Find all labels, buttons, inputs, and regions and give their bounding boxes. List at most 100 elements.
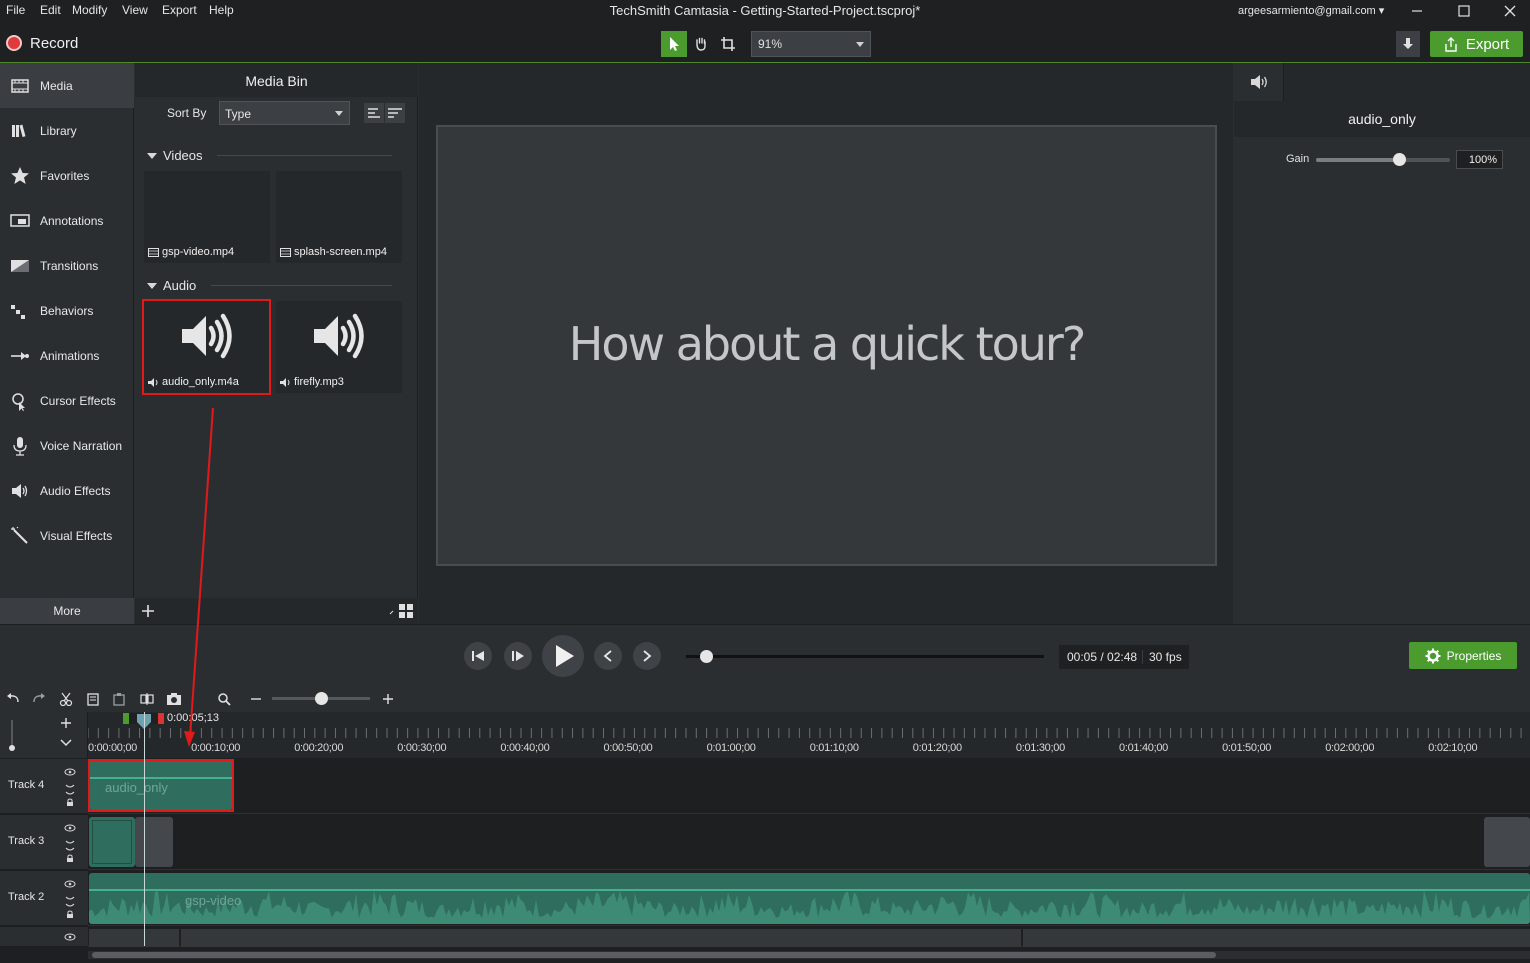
media-filename: gsp-video.mp4 (162, 246, 235, 258)
step-back-button[interactable] (464, 642, 492, 670)
track-lane[interactable] (88, 927, 1530, 947)
nav-item-cursor-effects[interactable]: Cursor Effects (0, 378, 134, 423)
play-button[interactable] (542, 635, 584, 677)
media-item-video[interactable]: splash-screen.mp4 (276, 171, 402, 263)
zoom-out-button[interactable] (247, 690, 265, 708)
track-lane[interactable] (88, 815, 1530, 870)
timeline-clip[interactable] (1484, 817, 1530, 867)
gain-slider-thumb[interactable] (1393, 153, 1407, 166)
preview-canvas[interactable]: How about a quick tour? (436, 125, 1217, 566)
undo-button[interactable] (4, 690, 22, 708)
step-forward-button[interactable] (504, 642, 532, 670)
timeline-zoom-slider[interactable] (272, 692, 370, 705)
pointer-icon (670, 37, 679, 51)
track-visibility-icon[interactable] (64, 823, 76, 863)
nav-item-library[interactable]: Library (0, 108, 134, 153)
scrollbar-thumb[interactable] (92, 952, 1216, 958)
cut-button[interactable] (57, 690, 75, 708)
media-item-audio[interactable]: firefly.mp3 (276, 301, 402, 393)
menu-export[interactable]: Export (162, 3, 197, 17)
nav-label: Behaviors (40, 303, 94, 318)
track-height-slider[interactable] (8, 718, 16, 752)
timeline-clip[interactable] (89, 817, 135, 867)
snapshot-button[interactable] (165, 690, 183, 708)
menu-modify[interactable]: Modify (72, 3, 107, 17)
timeline-clip[interactable] (1023, 929, 1530, 947)
next-marker-button[interactable] (633, 642, 661, 670)
zoom-fit-button[interactable] (215, 690, 233, 708)
timeline-clip[interactable] (181, 929, 1021, 947)
ruler-label: 0:01:30;00 (1015, 742, 1065, 754)
pan-tool-button[interactable] (688, 31, 714, 57)
speaker-icon (314, 313, 364, 359)
sort-select[interactable]: Type (219, 101, 350, 125)
previous-marker-button[interactable] (594, 642, 622, 670)
track-visibility-icon[interactable] (64, 879, 76, 919)
copy-button[interactable] (84, 690, 102, 708)
playback-scrubber[interactable] (686, 650, 1044, 663)
eye-icon[interactable] (64, 933, 76, 941)
scrubber-thumb[interactable] (699, 650, 713, 663)
add-media-button[interactable] (137, 600, 159, 622)
menu-file[interactable]: File (6, 3, 25, 17)
maximize-button[interactable] (1457, 4, 1471, 18)
gain-value-field[interactable]: 100% (1456, 150, 1503, 169)
plus-icon (61, 718, 71, 728)
nav-item-annotations[interactable]: Annotations (0, 198, 134, 243)
media-caption: splash-screen.mp4 (280, 246, 387, 258)
track-visibility-icon[interactable] (64, 767, 76, 807)
media-bin-footer (135, 598, 418, 624)
gain-slider[interactable] (1316, 153, 1450, 166)
maximize-icon (1458, 5, 1470, 17)
close-button[interactable] (1503, 4, 1517, 18)
time-ruler[interactable]: 0:00:00;00 0:00:10;00 0:00:20;00 0:00:30;00… (88, 712, 1530, 758)
more-button[interactable]: More (0, 598, 134, 624)
timeline-zoom-thumb[interactable] (315, 692, 328, 705)
timeline-clip[interactable] (135, 817, 173, 867)
menu-view[interactable]: View (122, 3, 148, 17)
menu-edit[interactable]: Edit (40, 3, 61, 17)
nav-item-favorites[interactable]: Favorites (0, 153, 134, 198)
nav-item-media[interactable]: Media (0, 63, 134, 108)
crop-tool-button[interactable] (715, 31, 741, 57)
paste-button[interactable] (110, 690, 128, 708)
track-name: Track 2 (8, 891, 45, 903)
ruler-label: 0:01:40;00 (1119, 742, 1168, 754)
account-menu[interactable]: argeesarmiento@gmail.com ▾ (1238, 4, 1384, 17)
download-button[interactable] (1396, 31, 1420, 57)
sort-descending-button[interactable] (385, 103, 405, 123)
grid-view-button[interactable] (388, 600, 416, 622)
nav-item-visual-effects[interactable]: Visual Effects (0, 513, 134, 558)
menu-help[interactable]: Help (209, 3, 234, 17)
redo-button[interactable] (30, 690, 48, 708)
cursor-icon (12, 393, 25, 411)
audio-section-toggle[interactable]: Audio (147, 278, 196, 293)
timeline-scrollbar[interactable] (88, 951, 1530, 959)
media-bin: Media Bin Sort By Type Videos gsp-video.… (135, 63, 418, 624)
record-button[interactable]: Record (6, 32, 78, 54)
nav-item-transitions[interactable]: Transitions (0, 243, 134, 288)
properties-button[interactable]: Properties (1409, 642, 1517, 669)
minimize-button[interactable] (1410, 4, 1424, 18)
track-options-button[interactable] (56, 734, 76, 752)
nav-item-voice-narration[interactable]: Voice Narration (0, 423, 134, 468)
nav-item-behaviors[interactable]: Behaviors (0, 288, 134, 333)
sort-ascending-button[interactable] (364, 103, 384, 123)
timeline-clip[interactable] (89, 929, 179, 947)
zoom-select[interactable]: 91% (751, 31, 871, 57)
film-icon (148, 247, 159, 257)
audio-properties-tab[interactable] (1234, 63, 1284, 101)
track-lane[interactable]: audio_only (88, 759, 1530, 814)
export-button[interactable]: Export (1430, 31, 1523, 57)
nav-item-animations[interactable]: Animations (0, 333, 134, 378)
select-tool-button[interactable] (661, 31, 687, 57)
videos-section-toggle[interactable]: Videos (147, 148, 203, 163)
zoom-in-button[interactable] (379, 690, 397, 708)
timeline-clip[interactable]: gsp-video (89, 873, 1530, 924)
ruler-label: 0:00:50;00 (603, 742, 653, 754)
split-button[interactable] (138, 690, 156, 708)
media-item-video[interactable]: gsp-video.mp4 (144, 171, 270, 263)
add-track-button[interactable] (56, 714, 76, 732)
track-lane[interactable]: gsp-video (88, 871, 1530, 926)
nav-item-audio-effects[interactable]: Audio Effects (0, 468, 134, 513)
